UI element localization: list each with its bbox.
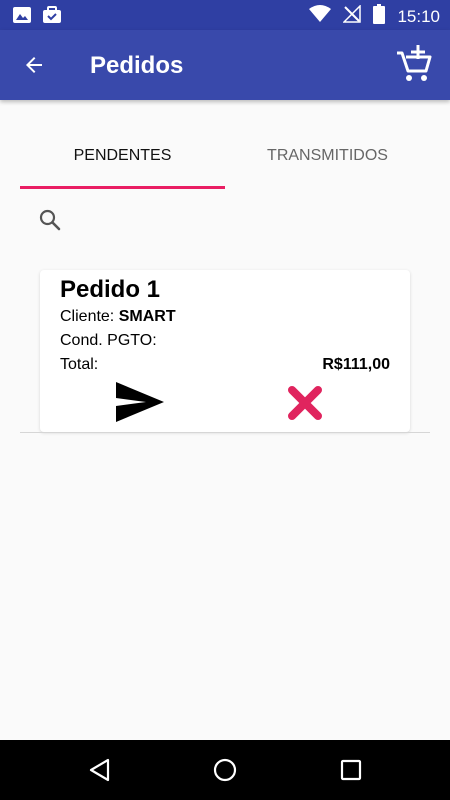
nav-back-icon[interactable]	[88, 758, 112, 787]
no-signal-icon	[342, 4, 362, 28]
system-nav-bar	[0, 740, 450, 800]
page-title: Pedidos	[90, 52, 184, 79]
total-label: Total:	[60, 356, 99, 373]
cliente-value: SMART	[118, 308, 176, 325]
status-time: 15:10	[397, 6, 440, 26]
tab-pendentes[interactable]: PENDENTES	[20, 100, 225, 192]
tab-bar: PENDENTES TRANSMITIDOS	[0, 100, 450, 192]
cancel-icon[interactable]	[286, 384, 324, 427]
back-arrow-icon[interactable]	[22, 53, 46, 82]
nav-home-icon[interactable]	[213, 758, 237, 787]
send-icon[interactable]	[114, 380, 166, 429]
list-divider	[20, 432, 430, 433]
add-cart-icon[interactable]	[396, 45, 432, 88]
status-bar: 15:10	[0, 0, 450, 30]
cliente-label: Cliente:	[60, 308, 115, 325]
tab-indicator	[20, 186, 225, 189]
search-icon[interactable]	[38, 208, 62, 237]
order-cliente: Cliente: SMART	[60, 308, 176, 326]
app-bar: Pedidos	[0, 30, 450, 100]
cond-pgto-label: Cond. PGTO:	[60, 332, 157, 349]
briefcase-icon	[42, 6, 62, 29]
tab-transmitidos[interactable]: TRANSMITIDOS	[225, 100, 430, 192]
image-icon	[12, 6, 32, 29]
nav-recents-icon[interactable]	[339, 758, 363, 787]
order-title: Pedido 1	[60, 276, 161, 303]
order-card[interactable]: Pedido 1 Cliente: SMART Cond. PGTO: Tota…	[40, 270, 410, 432]
battery-icon	[373, 4, 386, 29]
wifi-icon	[309, 5, 332, 28]
total-value: R$111,00	[322, 356, 390, 373]
